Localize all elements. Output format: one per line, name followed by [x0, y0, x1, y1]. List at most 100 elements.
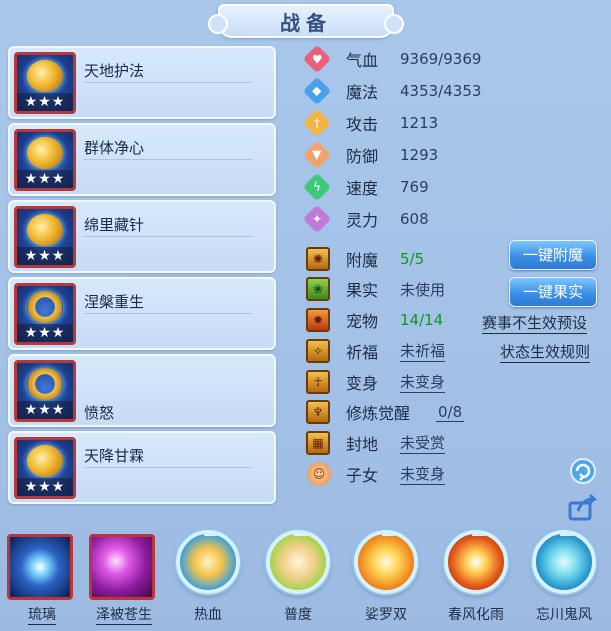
skill-card[interactable]: ★★★ 涅槃重生	[8, 277, 276, 350]
status-row-child[interactable]: ☺ 子女 未变身	[300, 459, 446, 489]
mudra-hand-icon	[266, 530, 330, 594]
lightning-icon: ϟ	[302, 172, 332, 202]
transform-icon: ☥	[306, 370, 330, 394]
status-row-fief[interactable]: ▦ 封地 未受赏	[300, 428, 446, 458]
stat-row-mp: ◆ 魔法 4353/4353	[300, 76, 481, 106]
stat-value[interactable]: 未祈福	[400, 340, 446, 362]
cultivation-icon: ♆	[306, 400, 330, 424]
stat-value: 未使用	[400, 280, 446, 299]
skill-icon: ★★★	[14, 360, 76, 422]
purify-emblem-icon	[27, 137, 63, 169]
page-title: 战备	[208, 4, 404, 38]
shield-icon: ▼	[302, 140, 332, 170]
stat-label: 子女	[346, 466, 379, 485]
skill-name: 群体净心	[84, 139, 145, 157]
heart-icon: ♥	[302, 44, 332, 74]
mana-icon: ◆	[302, 76, 332, 106]
skill-card[interactable]: ★★★ 天地护法	[8, 46, 276, 119]
stat-label: 灵力	[346, 211, 379, 230]
divider	[84, 313, 252, 314]
stat-value: 1293	[400, 146, 439, 164]
stat-label: 气血	[346, 51, 379, 70]
stat-label: 附魔	[346, 251, 379, 270]
stat-value[interactable]: 未变身	[400, 463, 446, 485]
stat-value: 769	[400, 178, 429, 196]
divider	[84, 236, 252, 237]
rain-emblem-icon	[27, 445, 63, 477]
status-row-fruit: ❀ 果实 未使用	[300, 274, 445, 304]
stat-label: 变身	[346, 374, 379, 393]
stat-label: 速度	[346, 179, 379, 198]
skill-card[interactable]: ★★★ 群体净心	[8, 123, 276, 196]
bottom-skill-label: 娑罗双	[365, 607, 407, 623]
star-rating: ★★★	[17, 324, 73, 342]
stat-value: 608	[400, 210, 429, 228]
bottom-skill-label: 忘川鬼风	[536, 607, 592, 623]
status-row-enchant: ✺ 附魔 5/5	[300, 244, 424, 274]
spirit-icon: ✦	[302, 204, 332, 234]
stat-value[interactable]: 未受赏	[400, 432, 446, 454]
stat-label: 祈福	[346, 343, 379, 362]
enchant-icon: ✺	[306, 247, 330, 271]
stat-label: 魔法	[346, 83, 379, 102]
skill-list: ★★★ 天地护法 ★★★ 群体净心 ★★★ 绵里藏针 ★★★ 涅槃重生 ★★★	[8, 46, 276, 508]
one-click-enchant-button[interactable]: 一键附魔	[509, 240, 597, 270]
bottom-skill-label: 泽被苍生	[96, 607, 152, 625]
stat-row-attack: † 攻击 1213	[300, 108, 438, 138]
golden-hand-icon	[354, 530, 418, 594]
stat-label: 宠物	[346, 312, 379, 331]
status-row-blessing[interactable]: ✧ 祈福 未祈福	[300, 336, 446, 366]
stat-value: 5/5	[400, 250, 425, 268]
stat-label: 攻击	[346, 115, 379, 134]
stat-label: 修炼觉醒	[346, 404, 411, 423]
blessing-icon: ✧	[306, 339, 330, 363]
bottom-skill-label: 热血	[194, 607, 222, 623]
refresh-icon[interactable]	[568, 456, 598, 486]
bottom-skill-bar: 琉璃 泽被苍生 热血 普度 娑罗双 春风化雨 忘川鬼风	[0, 516, 611, 631]
skill-name: 绵里藏针	[84, 216, 145, 234]
skill-card[interactable]: ★★★ 天降甘霖	[8, 431, 276, 504]
stat-value[interactable]: 未变身	[400, 371, 446, 393]
status-row-cultivation[interactable]: ♆ 修炼觉醒 0/8	[300, 397, 465, 427]
divider	[84, 467, 252, 468]
stat-value: 1213	[400, 114, 439, 132]
skill-card[interactable]: ★★★ 绵里藏针	[8, 200, 276, 273]
status-rules-link[interactable]: 状态生效规则	[500, 341, 591, 363]
skill-name: 天降甘霖	[84, 447, 145, 465]
skill-icon: ★★★	[14, 283, 76, 345]
stat-label: 果实	[346, 281, 379, 300]
star-rating: ★★★	[17, 247, 73, 265]
star-rating: ★★★	[17, 170, 73, 188]
skill-name: 涅槃重生	[84, 293, 145, 311]
skill-name: 愤怒	[84, 404, 115, 422]
stat-value: 4353/4353	[400, 82, 482, 100]
stat-row-speed: ϟ 速度 769	[300, 172, 429, 202]
needle-emblem-icon	[27, 214, 63, 246]
healing-hand-icon	[89, 534, 155, 600]
stat-value: 14/14	[400, 311, 444, 329]
event-preset-link[interactable]: 赛事不生效预设	[482, 312, 588, 334]
one-click-fruit-button[interactable]: 一键果实	[509, 277, 597, 307]
skill-icon: ★★★	[14, 206, 76, 268]
rebirth-emblem-icon	[27, 291, 63, 323]
stat-row-defense: ▼ 防御 1293	[300, 140, 438, 170]
bottom-skill-label: 春风化雨	[448, 607, 504, 623]
bottom-skill-label: 琉璃	[28, 607, 56, 625]
stat-value[interactable]: 0/8	[436, 403, 465, 422]
glass-orb-icon	[7, 534, 73, 600]
guardian-emblem-icon	[27, 60, 63, 92]
skill-card[interactable]: ★★★ 愤怒	[8, 354, 276, 427]
wind-swirl-icon	[532, 530, 596, 594]
star-rating: ★★★	[17, 401, 73, 419]
sword-icon: †	[302, 108, 332, 138]
skill-icon: ★★★	[14, 437, 76, 499]
stat-value: 9369/9369	[400, 50, 482, 68]
skill-name: 天地护法	[84, 62, 145, 80]
star-rating: ★★★	[17, 478, 73, 496]
stat-label: 封地	[346, 435, 379, 454]
stat-row-spirit: ✦ 灵力 608	[300, 204, 429, 234]
status-row-transform[interactable]: ☥ 变身 未变身	[300, 367, 446, 397]
skill-icon: ★★★	[14, 52, 76, 114]
fief-icon: ▦	[306, 431, 330, 455]
stat-row-hp: ♥ 气血 9369/9369	[300, 44, 481, 74]
